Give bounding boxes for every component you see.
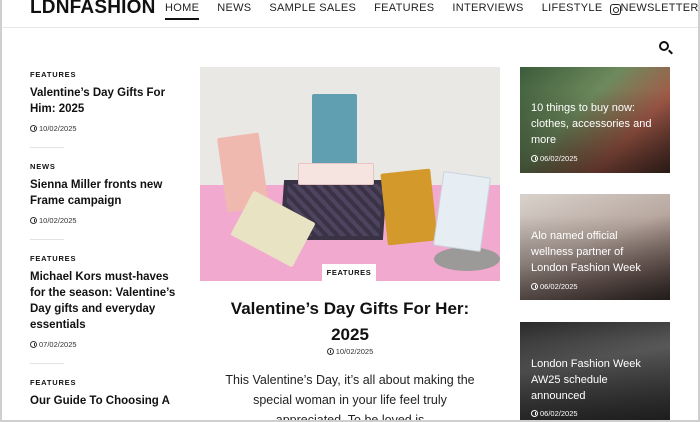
divider (30, 363, 64, 364)
clock-icon (30, 217, 37, 224)
nav-newsletter[interactable]: NEWSLETTER (620, 2, 698, 20)
list-item: NEWS Sienna Miller fronts new Frame camp… (30, 162, 185, 225)
story-card[interactable]: London Fashion Week AW25 schedule announ… (520, 322, 670, 422)
date-text: 10/02/2025 (39, 124, 77, 133)
clock-icon (326, 348, 334, 355)
feature-date: 10/02/2025 (200, 347, 500, 356)
story-headline[interactable]: Michael Kors must-haves for the season: … (30, 269, 185, 333)
date-text: 07/02/2025 (39, 340, 77, 349)
feature-headline[interactable]: Valentine’s Day Gifts For Her: 2025 (210, 296, 490, 348)
clock-icon (531, 283, 538, 290)
card-date: 06/02/2025 (531, 154, 578, 163)
date-text: 06/02/2025 (540, 282, 578, 291)
card-date: 06/02/2025 (531, 409, 578, 418)
instagram-icon[interactable] (610, 4, 621, 15)
nav-sample-sales[interactable]: SAMPLE SALES (269, 2, 356, 20)
story-headline[interactable]: Valentine’s Day Gifts For Him: 2025 (30, 85, 185, 117)
date-text: 06/02/2025 (540, 409, 578, 418)
story-date: 10/02/2025 (30, 124, 185, 133)
book-image (380, 168, 438, 246)
clock-icon (531, 155, 538, 162)
book-image (298, 163, 374, 185)
latest-stories-list: FEATURES Valentine’s Day Gifts For Him: … (30, 70, 185, 409)
feature-excerpt: This Valentine’s Day, it’s all about mak… (225, 373, 475, 422)
category-badge[interactable]: FEATURES (322, 264, 376, 281)
divider (30, 239, 64, 240)
nav-lifestyle[interactable]: LIFESTYLE (542, 2, 603, 20)
list-item: FEATURES Michael Kors must-haves for the… (30, 254, 185, 349)
card-headline[interactable]: Alo named official wellness partner of L… (531, 228, 656, 276)
story-card[interactable]: 10 things to buy now: clothes, accessori… (520, 67, 670, 173)
clock-icon (30, 341, 37, 348)
story-date: 10/02/2025 (30, 216, 185, 225)
feature-image[interactable] (200, 67, 500, 281)
list-item: FEATURES Valentine’s Day Gifts For Him: … (30, 70, 185, 133)
category-label[interactable]: FEATURES (30, 378, 185, 387)
search-icon[interactable] (659, 41, 669, 51)
nav-home[interactable]: HOME (165, 2, 200, 20)
date-text: 06/02/2025 (540, 154, 578, 163)
site-logo[interactable]: LDNFASHION (30, 0, 156, 19)
nav-news[interactable]: NEWS (217, 2, 251, 20)
nav-interviews[interactable]: INTERVIEWS (452, 2, 523, 20)
story-headline[interactable]: Sienna Miller fronts new Frame campaign (30, 177, 185, 209)
nav-features[interactable]: FEATURES (374, 2, 434, 20)
story-headline[interactable]: Our Guide To Choosing A (30, 393, 185, 409)
clock-icon (531, 410, 538, 417)
card-date: 06/02/2025 (531, 282, 578, 291)
list-item: FEATURES Our Guide To Choosing A (30, 378, 185, 409)
category-label[interactable]: FEATURES (30, 254, 185, 263)
book-image (312, 94, 357, 169)
divider (30, 147, 64, 148)
site-header: LDNFASHION HOME NEWS SAMPLE SALES FEATUR… (0, 0, 700, 28)
date-text: 10/02/2025 (335, 347, 374, 356)
clock-icon (30, 125, 37, 132)
header-divider (0, 27, 700, 28)
display-plinth (434, 247, 500, 271)
date-text: 10/02/2025 (39, 216, 77, 225)
card-headline[interactable]: London Fashion Week AW25 schedule announ… (531, 356, 651, 404)
category-label[interactable]: NEWS (30, 162, 185, 171)
story-card[interactable]: Alo named official wellness partner of L… (520, 194, 670, 300)
card-headline[interactable]: 10 things to buy now: clothes, accessori… (531, 100, 667, 148)
story-date: 07/02/2025 (30, 340, 185, 349)
category-label[interactable]: FEATURES (30, 70, 185, 79)
